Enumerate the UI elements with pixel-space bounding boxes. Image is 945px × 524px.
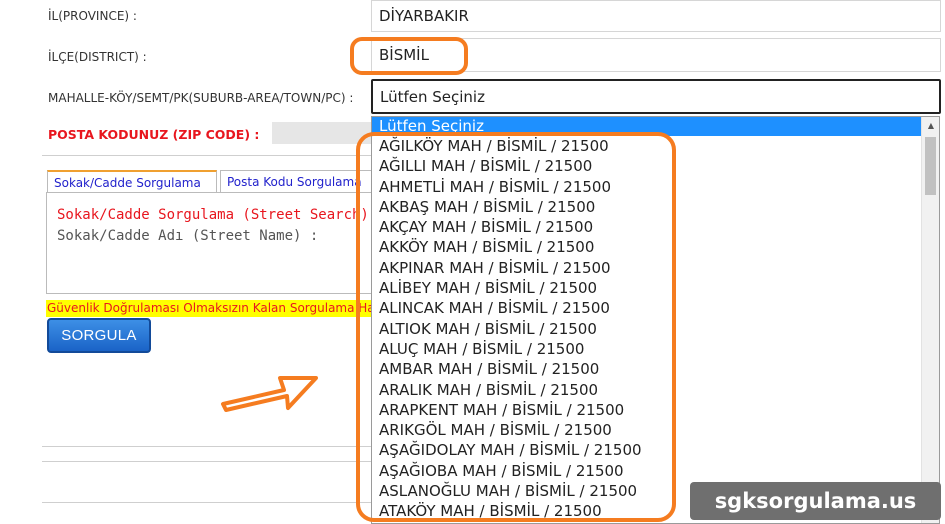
dropdown-option[interactable]: AĞILLI MAH / BİSMİL / 21500 [372,156,939,176]
dropdown-option[interactable]: AŞAĞIDOLAY MAH / BİSMİL / 21500 [372,440,939,460]
dropdown-options: AĞILKÖY MAH / BİSMİL / 21500 AĞILLI MAH … [372,136,939,522]
outline-arrow-icon [221,376,318,412]
divider [42,155,372,156]
query-button[interactable]: SORGULA [47,318,151,353]
province-label: İL(PROVINCE) : [48,9,137,23]
scrollbar-thumb[interactable] [925,137,936,195]
tab-postal-code-search[interactable]: Posta Kodu Sorgulama [220,170,372,193]
dropdown-option[interactable]: ARAPKENT MAH / BİSMİL / 21500 [372,400,939,420]
zip-code-label: POSTA KODUNUZ (ZIP CODE) : [48,127,260,142]
dropdown-option[interactable]: ARALIK MAH / BİSMİL / 21500 [372,380,939,400]
dropdown-scrollbar[interactable]: ▲ [921,117,939,523]
province-field[interactable]: DİYARBAKIR [371,0,941,32]
dropdown-option[interactable]: ALTIOK MAH / BİSMİL / 21500 [372,319,939,339]
district-label: İLÇE(DISTRICT) : [48,50,147,64]
dropdown-option[interactable]: AKKÖY MAH / BİSMİL / 21500 [372,237,939,257]
dropdown-option[interactable]: AHMETLİ MAH / BİSMİL / 21500 [372,177,939,197]
street-name-label: Sokak/Cadde Adı (Street Name) : [57,228,319,244]
dropdown-selected-option[interactable]: Lütfen Seçiniz [372,117,923,136]
dropdown-option[interactable]: AKBAŞ MAH / BİSMİL / 21500 [372,197,939,217]
dropdown-option[interactable]: AŞAĞIOBA MAH / BİSMİL / 21500 [372,461,939,481]
dropdown-option[interactable]: AKÇAY MAH / BİSMİL / 21500 [372,217,939,237]
neighborhood-select[interactable]: Lütfen Seçiniz [371,79,941,114]
district-field[interactable]: BİSMİL [371,38,941,72]
tab-street-search[interactable]: Sokak/Cadde Sorgulama [47,170,217,193]
neighborhood-label: MAHALLE-KÖY/SEMT/PK(SUBURB-AREA/TOWN/PC)… [48,91,354,105]
street-search-panel: Sokak/Cadde Sorgulama (Street Search) So… [46,192,372,294]
neighborhood-dropdown[interactable]: Lütfen Seçiniz AĞILKÖY MAH / BİSMİL / 21… [371,116,940,524]
divider [42,461,372,462]
site-watermark: sgksorgulama.us [690,482,941,520]
divider [42,446,372,447]
zip-code-value [272,122,372,144]
dropdown-option[interactable]: AKPINAR MAH / BİSMİL / 21500 [372,258,939,278]
dropdown-option[interactable]: ALİBEY MAH / BİSMİL / 21500 [372,278,939,298]
dropdown-option[interactable]: ALUÇ MAH / BİSMİL / 21500 [372,339,939,359]
dropdown-option[interactable]: ARIKGÖL MAH / BİSMİL / 21500 [372,420,939,440]
dropdown-option[interactable]: AĞILKÖY MAH / BİSMİL / 21500 [372,136,939,156]
dropdown-option[interactable]: AMBAR MAH / BİSMİL / 21500 [372,359,939,379]
security-warning: Güvenlik Doğrulaması Olmaksızın Kalan So… [46,300,372,317]
chevron-up-icon[interactable]: ▲ [922,117,939,134]
dropdown-option[interactable]: ALINCAK MAH / BİSMİL / 21500 [372,298,939,318]
panel-title: Sokak/Cadde Sorgulama (Street Search) [57,207,369,223]
divider [42,502,372,503]
